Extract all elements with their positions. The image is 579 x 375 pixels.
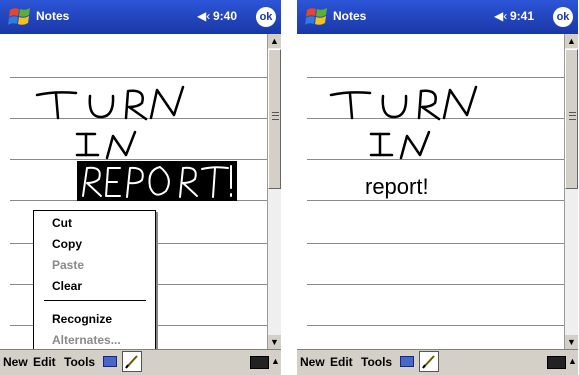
menu-bar: New Edit Tools ▲	[297, 349, 578, 375]
recorder-icon[interactable]	[400, 356, 414, 367]
pen-icon[interactable]	[419, 351, 439, 372]
scroll-down-arrow-icon[interactable]: ▼	[268, 335, 281, 349]
speaker-icon[interactable]: ◀‹	[494, 9, 507, 23]
context-menu: Cut Copy Paste Clear Recognize Alternate…	[33, 210, 156, 354]
app-title: Notes	[36, 9, 70, 23]
clock[interactable]: 9:40	[213, 9, 237, 23]
scroll-up-arrow-icon[interactable]: ▲	[565, 34, 578, 48]
scroll-up-arrow-icon[interactable]: ▲	[268, 34, 281, 48]
keyboard-icon[interactable]	[250, 356, 269, 369]
menu-edit[interactable]: Edit	[330, 355, 353, 369]
app-title: Notes	[333, 9, 367, 23]
notes-screen-left: Notes ◀‹ 9:40 ok Cut Copy Paste Clear Re…	[0, 0, 281, 375]
ok-button[interactable]: ok	[553, 7, 573, 27]
recognized-text[interactable]: report!	[365, 174, 429, 200]
speaker-icon[interactable]: ◀‹	[197, 9, 210, 23]
menu-item-cut[interactable]: Cut	[52, 216, 72, 230]
menu-bar: New Edit Tools ▲	[0, 349, 281, 375]
menu-item-copy[interactable]: Copy	[52, 237, 82, 251]
scroll-thumb[interactable]	[565, 49, 578, 189]
notes-screen-right: Notes ◀‹ 9:41 ok report! ▲ ▼ New Edit To…	[297, 0, 578, 375]
menu-item-recognize[interactable]: Recognize	[52, 312, 112, 326]
windows-flag-icon[interactable]	[8, 5, 32, 29]
menu-item-alternates: Alternates...	[52, 333, 121, 347]
vertical-scrollbar[interactable]: ▲ ▼	[564, 34, 578, 349]
recorder-icon[interactable]	[103, 356, 117, 367]
note-canvas[interactable]: report!	[297, 34, 564, 349]
menu-edit[interactable]: Edit	[33, 355, 56, 369]
scroll-thumb[interactable]	[268, 49, 281, 189]
clock[interactable]: 9:41	[510, 9, 534, 23]
title-bar: Notes ◀‹ 9:40 ok	[0, 0, 281, 34]
menu-tools[interactable]: Tools	[361, 355, 392, 369]
title-bar: Notes ◀‹ 9:41 ok	[297, 0, 578, 34]
pen-icon[interactable]	[122, 351, 142, 372]
note-canvas[interactable]: Cut Copy Paste Clear Recognize Alternate…	[0, 34, 267, 354]
handwriting-ink[interactable]	[297, 34, 564, 349]
windows-flag-icon[interactable]	[305, 5, 329, 29]
menu-item-clear[interactable]: Clear	[52, 279, 82, 293]
menu-separator	[44, 300, 146, 301]
menu-new[interactable]: New	[300, 355, 325, 369]
input-panel-arrow-icon[interactable]: ▲	[271, 356, 280, 372]
scroll-down-arrow-icon[interactable]: ▼	[565, 335, 578, 349]
input-panel-arrow-icon[interactable]: ▲	[568, 356, 577, 372]
menu-tools[interactable]: Tools	[64, 355, 95, 369]
ok-button[interactable]: ok	[256, 7, 276, 27]
menu-item-paste: Paste	[52, 258, 85, 272]
keyboard-icon[interactable]	[547, 356, 566, 369]
vertical-scrollbar[interactable]: ▲ ▼	[267, 34, 281, 349]
menu-new[interactable]: New	[3, 355, 28, 369]
